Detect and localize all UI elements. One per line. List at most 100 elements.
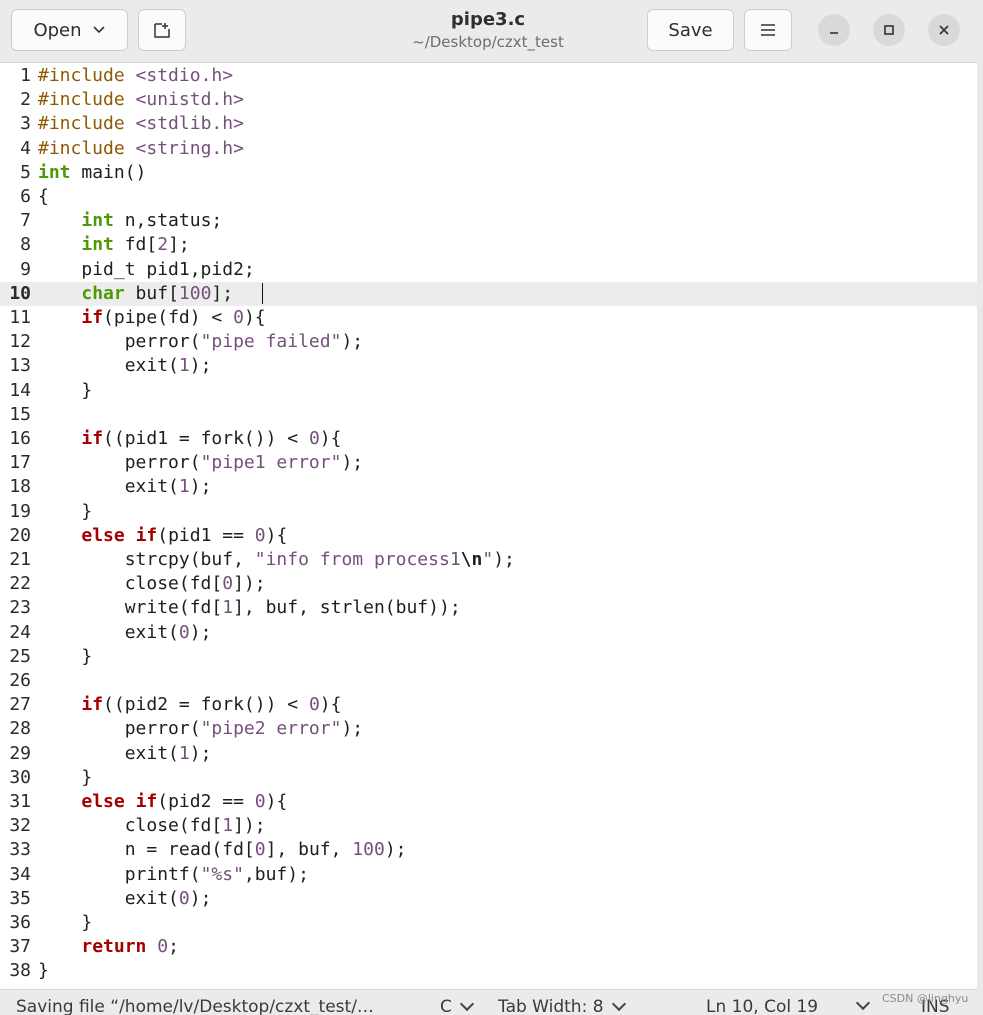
code-line[interactable]: 24 exit(0); — [0, 621, 977, 645]
code-text[interactable]: exit(1); — [38, 354, 212, 378]
code-text[interactable]: perror("pipe1 error"); — [38, 451, 363, 475]
line-number: 22 — [9, 573, 31, 595]
code-text[interactable]: perror("pipe failed"); — [38, 330, 363, 354]
new-document-icon — [154, 23, 170, 38]
code-text[interactable]: { — [38, 185, 49, 209]
code-line[interactable]: 7 int n,status; — [0, 209, 977, 233]
code-text[interactable]: } — [38, 766, 92, 790]
line-number: 10 — [9, 282, 31, 304]
code-line[interactable]: 10 char buf[100]; — [0, 281, 977, 306]
code-text[interactable]: } — [38, 500, 92, 524]
code-line[interactable]: 6{ — [0, 185, 977, 209]
line-number: 16 — [9, 428, 31, 449]
code-line[interactable]: 31 else if(pid2 == 0){ — [0, 790, 977, 814]
code-line[interactable]: 21 strcpy(buf, "info from process1\n"); — [0, 548, 977, 572]
code-text[interactable]: } — [38, 959, 49, 983]
open-button[interactable]: Open — [11, 9, 128, 51]
code-text[interactable]: #include <stdio.h> — [38, 64, 233, 88]
code-text[interactable]: n = read(fd[0], buf, 100); — [38, 838, 407, 862]
line-number: 17 — [9, 452, 31, 474]
save-button[interactable]: Save — [647, 9, 734, 51]
code-text[interactable]: if((pid1 = fork()) < 0){ — [38, 427, 341, 451]
line-number: 19 — [9, 500, 31, 522]
line-number: 4 — [20, 137, 31, 159]
code-text[interactable]: strcpy(buf, "info from process1\n"); — [38, 548, 515, 572]
code-text[interactable]: #include <stdlib.h> — [38, 112, 244, 136]
code-editor[interactable]: 1 #include <stdio.h> 2 #include <unistd.h> 3… — [0, 63, 977, 989]
code-line[interactable]: 23 write(fd[1], buf, strlen(buf)); — [0, 596, 977, 620]
code-line[interactable]: 8 int fd[2]; — [0, 233, 977, 257]
code-line[interactable]: 5 int main() — [0, 161, 977, 185]
code-line[interactable]: 16 if((pid1 = fork()) < 0){ — [0, 427, 977, 451]
code-line[interactable]: 9 pid_t pid1,pid2; — [0, 258, 977, 282]
code-line[interactable]: 33 n = read(fd[0], buf, 100); — [0, 838, 977, 862]
code-text[interactable]: } — [38, 911, 92, 935]
code-line[interactable]: 36 } — [0, 911, 977, 935]
tab-width-selector[interactable]: Tab Width: 8 — [498, 996, 626, 1015]
code-line[interactable]: 15 — [0, 403, 977, 427]
code-text[interactable]: write(fd[1], buf, strlen(buf)); — [38, 596, 461, 620]
code-line[interactable]: 17 perror("pipe1 error"); — [0, 451, 977, 475]
code-text[interactable]: exit(1); — [38, 742, 212, 766]
code-text[interactable]: else if(pid1 == 0){ — [38, 524, 287, 548]
code-line[interactable]: 30 } — [0, 766, 977, 790]
code-line[interactable]: 34 printf("%s",buf); — [0, 863, 977, 887]
code-line[interactable]: 2 #include <unistd.h> — [0, 88, 977, 112]
code-line[interactable]: 4 #include <string.h> — [0, 137, 977, 161]
line-number: 13 — [9, 355, 31, 377]
line-number: 7 — [20, 210, 31, 232]
code-text[interactable]: int fd[2]; — [38, 233, 189, 257]
code-line[interactable]: 26 — [0, 669, 977, 693]
code-text[interactable]: close(fd[1]); — [38, 814, 266, 838]
new-tab-button[interactable] — [138, 9, 186, 51]
code-line[interactable]: 3 #include <stdlib.h> — [0, 112, 977, 136]
code-line[interactable]: 38} — [0, 959, 977, 983]
code-text[interactable]: int main() — [38, 161, 146, 185]
code-line[interactable]: 11 if(pipe(fd) < 0){ — [0, 306, 977, 330]
code-text[interactable]: close(fd[0]); — [38, 572, 266, 596]
code-line[interactable]: 19 } — [0, 500, 977, 524]
maximize-button[interactable] — [873, 14, 905, 46]
code-text[interactable]: pid_t pid1,pid2; — [38, 258, 254, 282]
header-bar: Open pipe3.c ~/Desktop/czxt_test Save — [0, 0, 977, 63]
code-text[interactable]: #include <string.h> — [38, 137, 244, 161]
line-number: 32 — [9, 815, 31, 837]
code-line[interactable]: 35 exit(0); — [0, 887, 977, 911]
code-text[interactable]: return 0; — [38, 935, 179, 959]
code-text[interactable]: exit(0); — [38, 621, 212, 645]
code-line[interactable]: 37 return 0; — [0, 935, 977, 959]
code-line[interactable]: 22 close(fd[0]); — [0, 572, 977, 596]
code-text[interactable]: else if(pid2 == 0){ — [38, 790, 287, 814]
code-text[interactable]: printf("%s",buf); — [38, 863, 309, 887]
hamburger-menu-button[interactable] — [744, 9, 792, 51]
code-line[interactable]: 20 else if(pid1 == 0){ — [0, 524, 977, 548]
code-text[interactable]: char buf[100]; — [38, 282, 233, 306]
code-line[interactable]: 14 } — [0, 379, 977, 403]
code-text[interactable]: #include <unistd.h> — [38, 88, 244, 112]
close-button[interactable] — [928, 14, 960, 46]
chevron-down-icon — [92, 26, 105, 34]
code-text[interactable]: exit(0); — [38, 887, 212, 911]
code-text[interactable]: int n,status; — [38, 209, 222, 233]
minimize-button[interactable] — [818, 14, 850, 46]
code-line[interactable]: 12 perror("pipe failed"); — [0, 330, 977, 354]
line-number: 9 — [20, 258, 31, 280]
language-selector[interactable]: C — [440, 996, 474, 1015]
code-line[interactable]: 29 exit(1); — [0, 742, 977, 766]
code-text[interactable]: } — [38, 645, 92, 669]
code-line[interactable]: 25 } — [0, 645, 977, 669]
code-line[interactable]: 13 exit(1); — [0, 354, 977, 378]
code-text[interactable]: exit(1); — [38, 475, 212, 499]
code-line[interactable]: 18 exit(1); — [0, 475, 977, 499]
line-number: 5 — [20, 161, 31, 183]
code-line[interactable]: 27 if((pid2 = fork()) < 0){ — [0, 693, 977, 717]
code-text[interactable]: if(pipe(fd) < 0){ — [38, 306, 265, 330]
code-text[interactable]: perror("pipe2 error"); — [38, 717, 363, 741]
code-text[interactable]: } — [38, 379, 92, 403]
chevron-down-icon[interactable] — [855, 995, 871, 1011]
code-line[interactable]: 28 perror("pipe2 error"); — [0, 717, 977, 741]
code-line[interactable]: 32 close(fd[1]); — [0, 814, 977, 838]
code-text[interactable]: if((pid2 = fork()) < 0){ — [38, 693, 341, 717]
code-line[interactable]: 1 #include <stdio.h> — [0, 64, 977, 88]
hamburger-icon — [761, 24, 775, 36]
